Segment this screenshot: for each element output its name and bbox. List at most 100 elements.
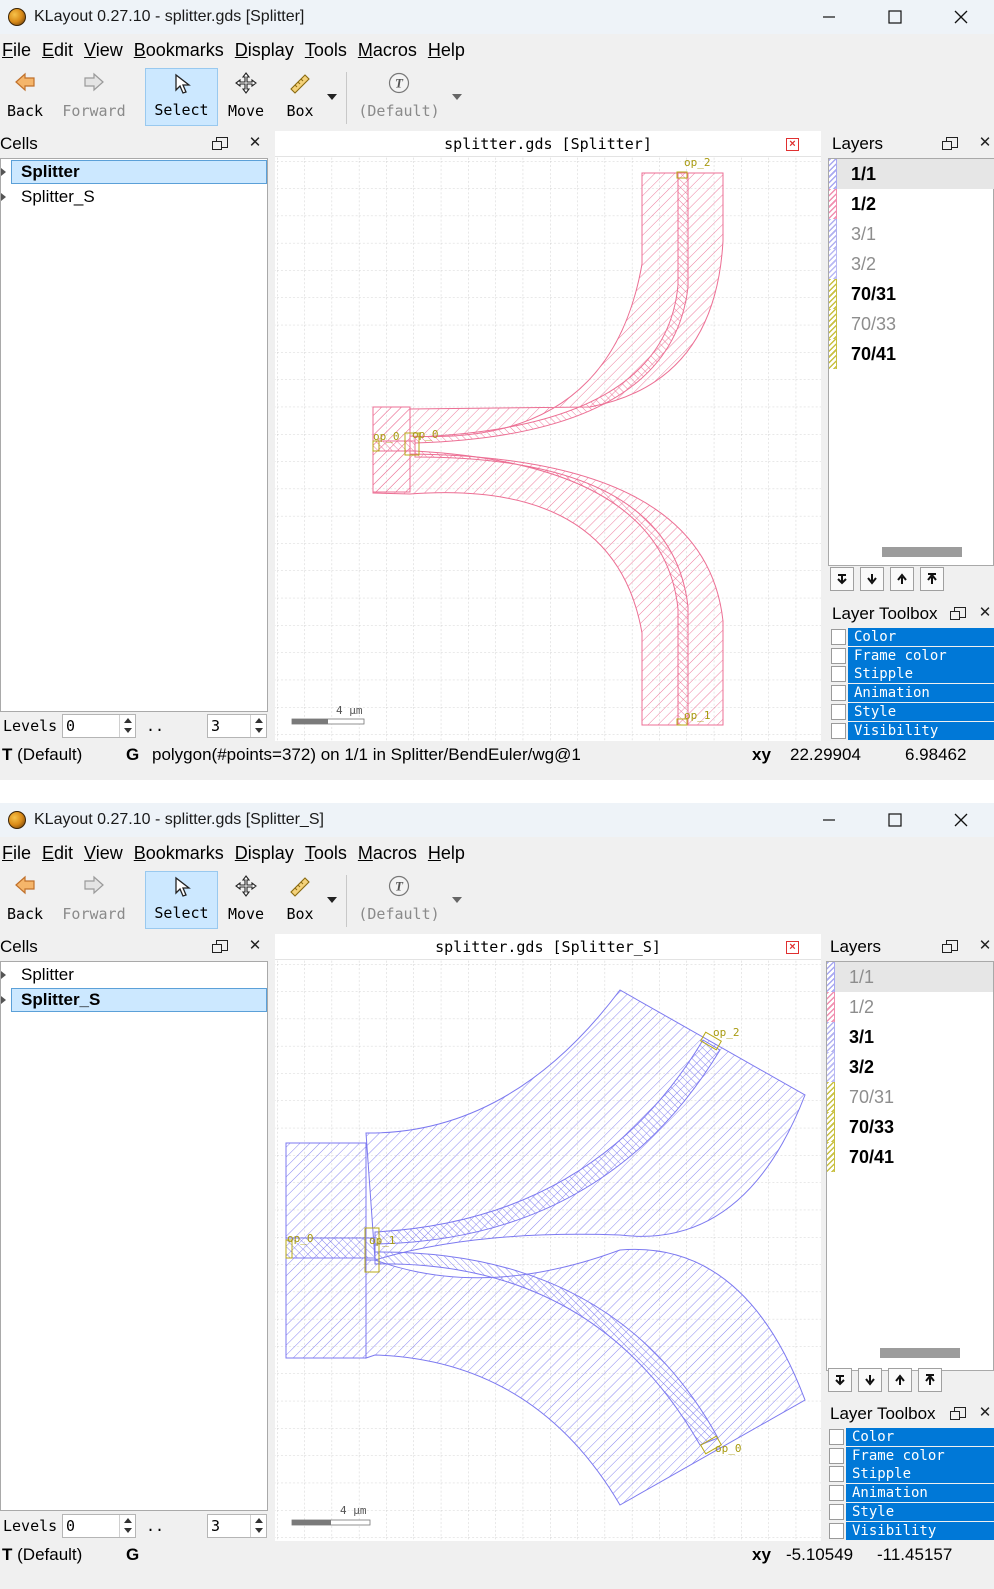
toolbox-item[interactable]: Color <box>826 1428 994 1446</box>
toolbox-checkbox[interactable] <box>831 703 846 720</box>
cell-item-splitter[interactable]: Splitter <box>1 160 267 184</box>
layer-item[interactable]: 70/41 <box>829 339 994 369</box>
menu-file[interactable]: File <box>0 843 36 864</box>
toolbox-item-label[interactable]: Style <box>846 1502 994 1521</box>
float-panel-icon[interactable] <box>212 135 230 151</box>
box-ruler-button[interactable]: Box <box>280 68 320 126</box>
close-tab-icon[interactable]: × <box>786 941 799 954</box>
menu-tools[interactable]: Tools <box>303 843 352 864</box>
toolbox-item-label[interactable]: Animation <box>848 684 994 703</box>
float-panel-icon[interactable] <box>212 938 230 954</box>
float-panel-icon[interactable] <box>942 135 960 151</box>
toolbox-checkbox[interactable] <box>831 685 846 702</box>
toolbox-item[interactable]: Animation <box>828 684 994 703</box>
toolbox-item[interactable]: Animation <box>826 1484 994 1503</box>
box-dropdown-icon[interactable] <box>327 94 337 100</box>
move-layer-up-icon[interactable] <box>890 567 914 591</box>
layer-item[interactable]: 3/2 <box>829 249 994 279</box>
toolbox-item-label[interactable]: Visibility <box>846 1521 994 1540</box>
forward-button[interactable]: Forward <box>60 871 128 929</box>
toolbox-checkbox[interactable] <box>829 1503 844 1520</box>
toolbox-item[interactable]: Style <box>826 1502 994 1521</box>
toolbox-item[interactable]: Style <box>828 702 994 721</box>
toolbox-item-label[interactable]: Color <box>846 1428 994 1446</box>
box-dropdown-icon[interactable] <box>327 897 337 903</box>
layer-item[interactable]: 3/2 <box>827 1052 993 1082</box>
expand-arrow-icon[interactable] <box>1 193 6 201</box>
menu-view[interactable]: View <box>82 40 128 61</box>
layer-list-scrollbar[interactable] <box>882 547 962 557</box>
forward-button[interactable]: Forward <box>60 68 128 126</box>
layer-list-scrollbar[interactable] <box>880 1348 960 1358</box>
menu-help[interactable]: Help <box>426 40 470 61</box>
close-panel-icon[interactable]: ✕ <box>978 135 992 151</box>
toolbox-item-label[interactable]: Stipple <box>846 1465 994 1484</box>
close-panel-icon[interactable]: ✕ <box>248 938 262 954</box>
toolbox-checkbox[interactable] <box>829 1429 844 1445</box>
menu-bookmarks[interactable]: Bookmarks <box>132 40 229 61</box>
cell-item-splitter-s[interactable]: Splitter_S <box>1 185 267 209</box>
float-panel-icon[interactable] <box>950 605 968 621</box>
toolbox-item-label[interactable]: Frame color <box>848 646 994 665</box>
menu-view[interactable]: View <box>82 843 128 864</box>
levels-from-spinbox[interactable]: 0 <box>62 1514 136 1538</box>
move-layer-top-icon[interactable] <box>920 567 944 591</box>
toolbox-checkbox[interactable] <box>831 647 846 664</box>
box-ruler-button[interactable]: Box <box>280 871 320 929</box>
cell-item-splitter[interactable]: Splitter <box>1 963 267 987</box>
back-button[interactable]: Back <box>2 68 48 126</box>
move-layer-bottom-icon[interactable] <box>828 1368 852 1392</box>
close-tab-icon[interactable]: × <box>786 138 799 151</box>
layer-item[interactable]: 1/1 <box>829 159 994 189</box>
levels-from-spinbox[interactable]: 0 <box>62 714 136 738</box>
menu-help[interactable]: Help <box>426 843 470 864</box>
maximize-button[interactable] <box>862 803 928 837</box>
close-panel-icon[interactable]: ✕ <box>978 1405 992 1421</box>
maximize-button[interactable] <box>862 0 928 34</box>
move-layer-bottom-icon[interactable] <box>830 567 854 591</box>
move-layer-up-icon[interactable] <box>888 1368 912 1392</box>
layer-item[interactable]: 3/1 <box>827 1022 993 1052</box>
toolbox-item[interactable]: Visibility <box>826 1521 994 1540</box>
close-button[interactable] <box>928 803 994 837</box>
minimize-button[interactable] <box>796 803 862 837</box>
toolbox-checkbox[interactable] <box>831 629 846 645</box>
menu-file[interactable]: File <box>0 40 36 61</box>
close-panel-icon[interactable]: ✕ <box>248 135 262 151</box>
default-dropdown-icon[interactable] <box>452 897 462 903</box>
toolbox-item[interactable]: Visibility <box>828 721 994 740</box>
expand-arrow-icon[interactable] <box>1 168 6 176</box>
menu-bookmarks[interactable]: Bookmarks <box>132 843 229 864</box>
close-panel-icon[interactable]: ✕ <box>978 938 992 954</box>
float-panel-icon[interactable] <box>942 938 960 954</box>
toolbox-checkbox[interactable] <box>829 1485 844 1502</box>
move-layer-down-icon[interactable] <box>858 1368 882 1392</box>
toolbox-item-label[interactable]: Frame color <box>846 1446 994 1465</box>
toolbox-item-label[interactable]: Style <box>848 702 994 721</box>
layout-view[interactable]: op_2 op_0 op_1 op_0 4 µm <box>275 960 821 1540</box>
cell-item-splitter-s[interactable]: Splitter_S <box>1 988 267 1012</box>
float-panel-icon[interactable] <box>950 1405 968 1421</box>
default-style-button[interactable]: T (Default) <box>358 68 440 126</box>
layer-item[interactable]: 70/31 <box>827 1082 993 1112</box>
menu-display[interactable]: Display <box>233 843 299 864</box>
select-button[interactable]: Select <box>145 68 218 126</box>
layer-item[interactable]: 1/2 <box>829 189 994 219</box>
back-button[interactable]: Back <box>2 871 48 929</box>
toolbox-item-label[interactable]: Stipple <box>848 665 994 684</box>
move-button[interactable]: Move <box>224 871 268 929</box>
select-button[interactable]: Select <box>145 871 218 929</box>
toolbox-checkbox[interactable] <box>831 666 846 683</box>
layer-item[interactable]: 70/33 <box>829 309 994 339</box>
layer-item[interactable]: 70/41 <box>827 1142 993 1172</box>
menu-tools[interactable]: Tools <box>303 40 352 61</box>
toolbox-checkbox[interactable] <box>831 722 846 739</box>
levels-to-spinbox[interactable]: 3 <box>207 714 267 738</box>
close-button[interactable] <box>928 0 994 34</box>
layer-item[interactable]: 70/33 <box>827 1112 993 1142</box>
move-layer-down-icon[interactable] <box>860 567 884 591</box>
toolbox-item[interactable]: Frame color <box>828 646 994 665</box>
toolbox-item-label[interactable]: Color <box>848 628 994 646</box>
toolbox-item[interactable]: Frame color <box>826 1446 994 1465</box>
menu-edit[interactable]: Edit <box>40 843 78 864</box>
